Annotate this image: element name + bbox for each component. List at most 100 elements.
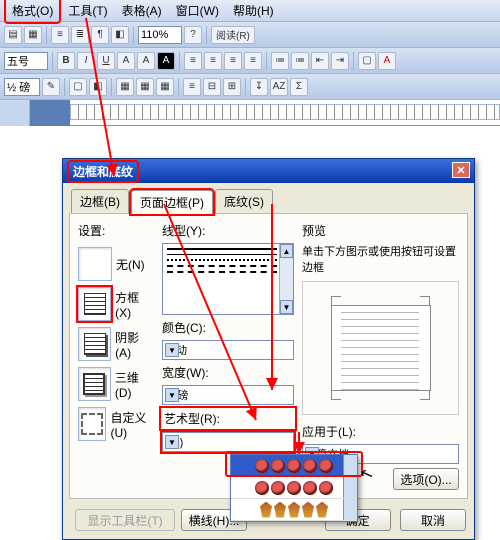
linestyle-list[interactable]: ▲▼ xyxy=(162,243,294,315)
art-option[interactable] xyxy=(231,477,357,499)
ornament-icon xyxy=(319,459,333,473)
ornament-icon xyxy=(303,481,317,495)
tb-btn[interactable]: A xyxy=(137,52,155,70)
split-cells-btn[interactable]: ▦ xyxy=(156,78,174,96)
tb-btn[interactable]: ◧ xyxy=(111,26,129,44)
tables-borders-toolbar: ✎ ▢ ◧ ▦ ▦ ▦ ≡ ⊟ ⊞ ↧ AZ Σ xyxy=(0,74,500,100)
ruler xyxy=(0,100,500,126)
font-color-btn[interactable]: A xyxy=(378,52,396,70)
setting-box[interactable] xyxy=(78,287,111,321)
art-option-selected[interactable] xyxy=(231,455,357,477)
autofit-btn[interactable]: ↧ xyxy=(250,78,268,96)
tassel-icon xyxy=(260,502,272,518)
setting-custom[interactable] xyxy=(78,407,106,441)
numbered-list-btn[interactable]: ≔ xyxy=(291,52,309,70)
tab-border[interactable]: 边框(B) xyxy=(71,189,129,213)
tassel-icon xyxy=(316,502,328,518)
show-toolbar-button: 显示工具栏(T) xyxy=(75,509,175,531)
ruler-corner xyxy=(0,100,30,126)
preview-corner-icon xyxy=(331,296,341,306)
separator xyxy=(179,52,180,70)
art-option[interactable] xyxy=(231,499,357,521)
line-weight-combo[interactable] xyxy=(4,78,40,96)
pen-color-btn[interactable]: ✎ xyxy=(42,78,60,96)
read-btn[interactable]: 阅读(R) xyxy=(211,26,255,44)
sort-btn[interactable]: AZ xyxy=(270,78,288,96)
tb-btn[interactable]: ▦ xyxy=(24,26,42,44)
bold-btn[interactable]: B xyxy=(57,52,75,70)
outdent-btn[interactable]: ⇥ xyxy=(331,52,349,70)
color-value: 自动 xyxy=(165,342,187,358)
ruler-margin[interactable] xyxy=(30,100,70,126)
color-combo[interactable]: 自动▼ xyxy=(162,340,294,360)
merge-cells-btn[interactable]: ▦ xyxy=(136,78,154,96)
tab-shading[interactable]: 底纹(S) xyxy=(215,189,273,213)
font-size-combo[interactable] xyxy=(4,52,48,70)
highlight-btn[interactable]: A xyxy=(157,52,175,70)
tassel-icon xyxy=(302,502,314,518)
setting-3d[interactable] xyxy=(78,367,111,401)
menu-tools[interactable]: 工具(T) xyxy=(61,0,114,23)
zoom-combo[interactable] xyxy=(138,26,182,44)
separator xyxy=(353,52,354,70)
ornament-icon xyxy=(255,459,269,473)
tb-btn[interactable]: ≣ xyxy=(71,26,89,44)
separator xyxy=(111,78,112,96)
tb-btn[interactable]: ≡ xyxy=(51,26,69,44)
tb-btn[interactable]: A xyxy=(117,52,135,70)
preview-corner-icon xyxy=(420,390,430,400)
menu-window[interactable]: 窗口(W) xyxy=(169,0,226,23)
scrollbar[interactable] xyxy=(343,477,357,498)
list-btn[interactable]: ≔ xyxy=(271,52,289,70)
align-right-btn[interactable]: ≡ xyxy=(224,52,242,70)
align-btn[interactable]: ≡ xyxy=(183,78,201,96)
menu-table[interactable]: 表格(A) xyxy=(115,0,169,23)
ruler-scale[interactable] xyxy=(70,104,500,120)
preview-box[interactable] xyxy=(302,281,459,415)
ornament-icon xyxy=(287,459,301,473)
separator xyxy=(52,52,53,70)
close-icon[interactable]: ✕ xyxy=(452,162,470,178)
distribute-cols-btn[interactable]: ⊞ xyxy=(223,78,241,96)
separator xyxy=(245,78,246,96)
preview-corner-icon xyxy=(331,390,341,400)
scroll-up-icon[interactable]: ▲ xyxy=(280,244,293,258)
scroll-down-icon[interactable]: ▼ xyxy=(280,300,293,314)
italic-btn[interactable]: I xyxy=(77,52,95,70)
align-left-btn[interactable]: ≡ xyxy=(184,52,202,70)
tab-page-border[interactable]: 页面边框(P) xyxy=(131,190,213,214)
setting-none[interactable] xyxy=(78,247,112,281)
tassel-icon xyxy=(274,502,286,518)
cancel-button[interactable]: 取消 xyxy=(400,509,466,531)
width-combo[interactable]: ½ 磅▼ xyxy=(162,385,294,405)
setting-none-label: 无(N) xyxy=(116,256,145,273)
tb-btn[interactable]: ? xyxy=(184,26,202,44)
separator xyxy=(133,26,134,44)
tb-btn[interactable]: ¶ xyxy=(91,26,109,44)
fill-color-btn[interactable]: ◧ xyxy=(89,78,107,96)
insert-table-btn[interactable]: ▦ xyxy=(116,78,134,96)
scrollbar[interactable] xyxy=(343,455,357,476)
align-justify-btn[interactable]: ≡ xyxy=(244,52,262,70)
distribute-rows-btn[interactable]: ⊟ xyxy=(203,78,221,96)
align-center-btn[interactable]: ≡ xyxy=(204,52,222,70)
border-style-btn[interactable]: ▢ xyxy=(69,78,87,96)
art-combo[interactable]: (无)▼ xyxy=(162,432,294,452)
art-label: 艺术型(R): xyxy=(162,409,294,428)
ornament-icon xyxy=(271,481,285,495)
scrollbar[interactable]: ▲▼ xyxy=(279,244,293,314)
tb-btn[interactable]: ▤ xyxy=(4,26,22,44)
border-btn[interactable]: ▢ xyxy=(358,52,376,70)
underline-btn[interactable]: U xyxy=(97,52,115,70)
separator xyxy=(46,26,47,44)
scrollbar[interactable] xyxy=(343,499,357,520)
menu-help[interactable]: 帮助(H) xyxy=(226,0,281,23)
autosum-btn[interactable]: Σ xyxy=(290,78,308,96)
options-button[interactable]: 选项(O)... xyxy=(393,468,459,490)
indent-btn[interactable]: ⇤ xyxy=(311,52,329,70)
dialog-titlebar[interactable]: 边框和底纹 ✕ xyxy=(63,159,474,183)
setting-shadow[interactable] xyxy=(78,327,111,361)
linestyle-label: 线型(Y): xyxy=(162,222,294,239)
menu-format[interactable]: 格式(O) xyxy=(4,0,61,24)
preview-note: 单击下方图示或使用按钮可设置边框 xyxy=(302,243,459,275)
